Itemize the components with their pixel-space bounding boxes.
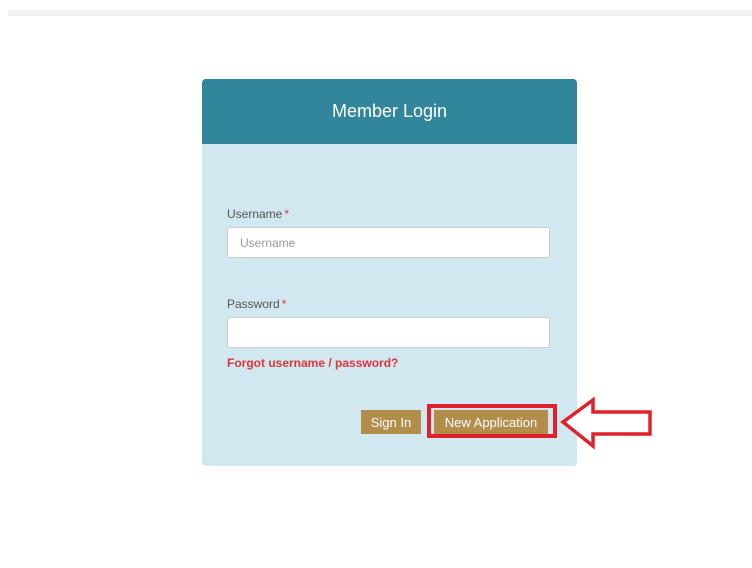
top-divider: [8, 10, 752, 16]
username-label: Username *: [227, 207, 289, 221]
required-marker: *: [281, 297, 287, 311]
page-title: Member Login: [331, 101, 448, 121]
annotation-highlight-box: [427, 404, 557, 438]
password-input[interactable]: [227, 317, 550, 348]
password-label-text: Password: [227, 297, 280, 311]
arrow-left-icon: [560, 396, 652, 450]
password-label: Password *: [227, 297, 286, 311]
required-marker: *: [284, 207, 290, 221]
username-label-text: Username: [227, 207, 283, 221]
forgot-password-link[interactable]: Forgot username / password?: [227, 356, 398, 370]
username-input[interactable]: [227, 227, 550, 258]
sign-in-button[interactable]: Sign In: [361, 410, 421, 434]
panel-header: Member Login: [202, 79, 577, 144]
